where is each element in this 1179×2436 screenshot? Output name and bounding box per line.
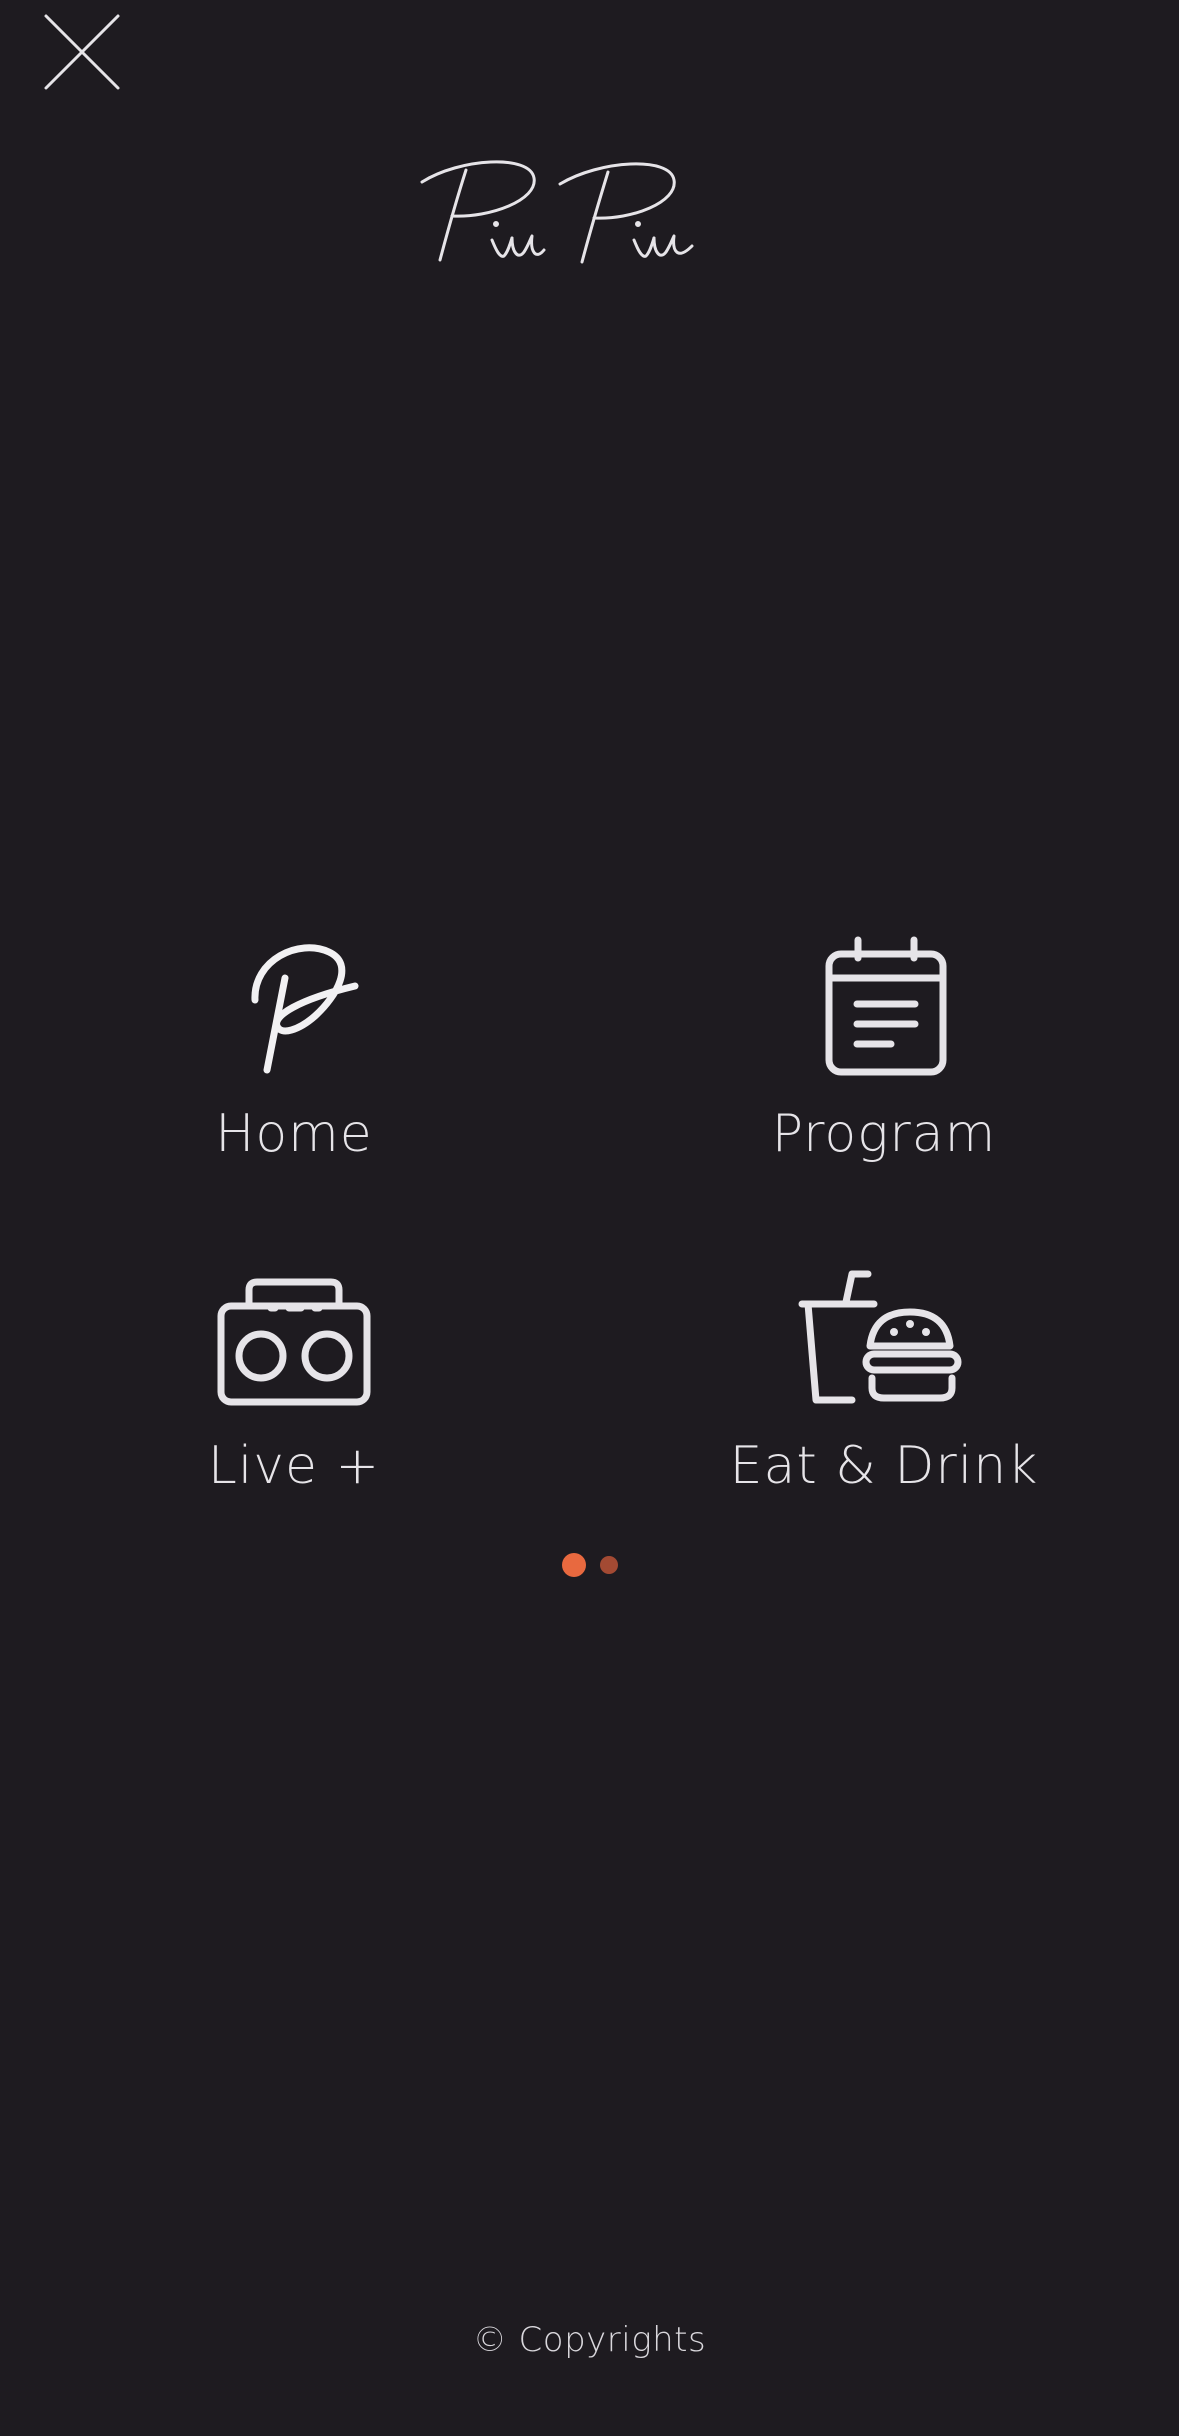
menu-label-program: Program bbox=[771, 1104, 997, 1164]
page-dot-inactive[interactable] bbox=[599, 1556, 618, 1574]
menu-item-live[interactable]: Live + bbox=[84, 1262, 504, 1522]
menu-item-home[interactable]: Home bbox=[84, 930, 504, 1190]
p-script-icon bbox=[204, 930, 384, 1080]
menu-label-home: Home bbox=[215, 1104, 373, 1164]
menu-label-live: Live + bbox=[207, 1436, 381, 1496]
page-indicator bbox=[0, 1552, 1179, 1578]
app-logo bbox=[400, 140, 780, 300]
drink-burger-icon bbox=[794, 1262, 974, 1412]
boombox-icon bbox=[204, 1262, 384, 1412]
close-button[interactable] bbox=[38, 8, 126, 96]
close-icon bbox=[44, 14, 120, 90]
calendar-icon bbox=[794, 930, 974, 1080]
page-dot-active[interactable] bbox=[561, 1553, 586, 1577]
copyright-footer: © Copyrights bbox=[472, 2320, 707, 2360]
menu-item-eat-drink[interactable]: Eat & Drink bbox=[674, 1262, 1094, 1522]
menu-label-eat-drink: Eat & Drink bbox=[729, 1436, 1039, 1496]
piupiu-logo bbox=[420, 160, 694, 264]
menu-item-program[interactable]: Program bbox=[674, 930, 1094, 1190]
